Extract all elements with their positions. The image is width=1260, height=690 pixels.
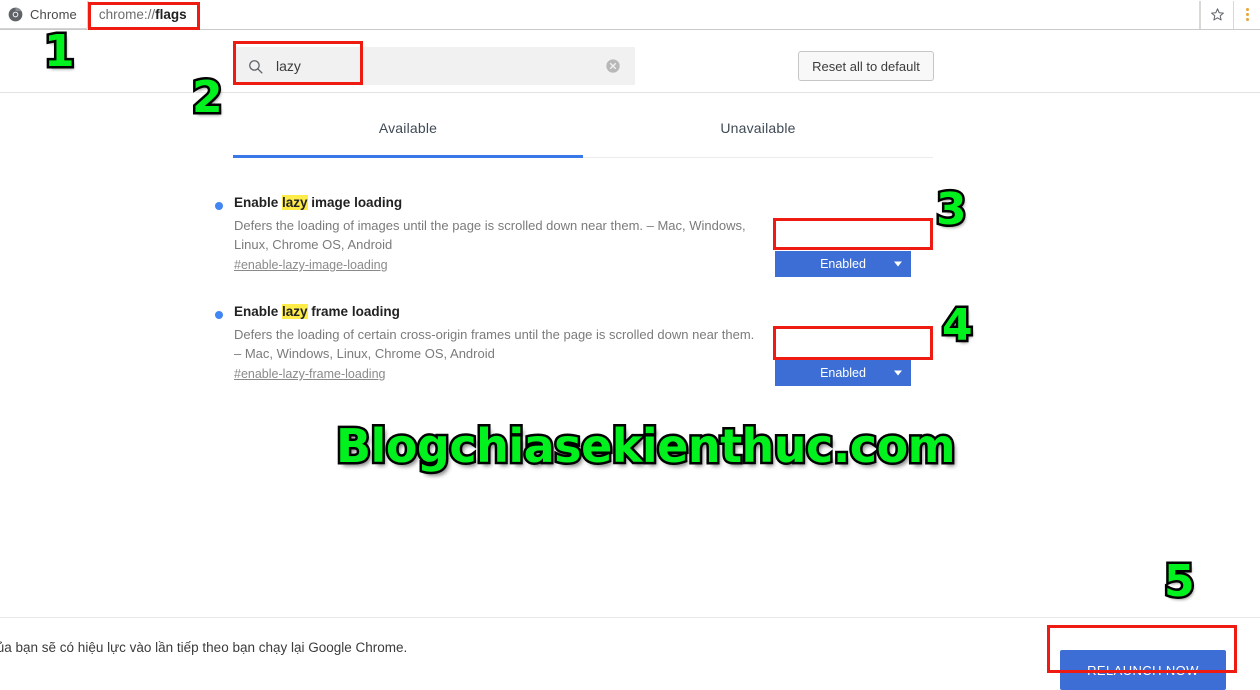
address-bar[interactable]: chrome://flags <box>87 0 1200 29</box>
flag-state-select-frame-loading[interactable]: Enabled <box>775 360 911 386</box>
menu-dot <box>1245 13 1249 16</box>
browser-brand-label: Chrome <box>30 6 77 22</box>
restart-required-text: сủa bạn sẽ có hiệu lực vào lần tiếp theo… <box>0 640 408 655</box>
status-dot-icon <box>215 311 223 319</box>
flag-state-value: Enabled <box>820 366 866 380</box>
search-match-highlight: lazy <box>282 304 308 319</box>
relaunch-bar: сủa bạn sẽ có hiệu lực vào lần tiếp theo… <box>0 618 1260 690</box>
search-input[interactable]: lazy <box>233 47 635 85</box>
flag-state-value: Enabled <box>820 257 866 271</box>
flags-search-row: lazy Reset all to default <box>0 36 1260 98</box>
flags-tabs: Available Unavailable <box>233 105 933 157</box>
browser-toolbar: Chrome chrome://flags <box>0 0 1260 30</box>
toolbar-actions <box>1200 0 1260 29</box>
flag-description: Defers the loading of certain cross-orig… <box>234 327 755 361</box>
flags-page: lazy Reset all to default Available Unav… <box>0 30 1260 690</box>
chevron-down-icon <box>894 261 902 267</box>
address-bar-url: chrome://flags <box>98 7 187 22</box>
search-match-highlight: lazy <box>282 195 308 210</box>
menu-dot <box>1245 8 1249 11</box>
flag-anchor-link[interactable]: #enable-lazy-image-loading <box>234 258 388 272</box>
chrome-logo-icon <box>8 7 23 21</box>
flag-title: Enable lazy image loading <box>234 195 403 210</box>
three-dot-menu-icon[interactable] <box>1234 1 1260 29</box>
tab-available[interactable]: Available <box>233 105 583 157</box>
search-row-divider <box>0 92 1260 93</box>
chevron-down-icon <box>894 370 902 376</box>
star-icon <box>1210 8 1224 21</box>
search-input-value: lazy <box>276 58 301 74</box>
browser-brand-chip: Chrome <box>0 0 88 29</box>
reset-all-to-default-button[interactable]: Reset all to default <box>798 51 934 81</box>
flag-anchor-link[interactable]: #enable-lazy-frame-loading <box>234 367 385 381</box>
status-dot-icon <box>215 202 223 210</box>
flag-title: Enable lazy frame loading <box>234 304 400 319</box>
flag-description: Defers the loading of images until the p… <box>234 218 746 252</box>
flag-state-select-image-loading[interactable]: Enabled <box>775 251 911 277</box>
bookmark-star-icon[interactable] <box>1200 0 1234 29</box>
relaunch-now-button[interactable]: RELAUNCH NOW <box>1060 650 1226 690</box>
menu-dot <box>1245 18 1249 21</box>
search-icon <box>249 59 263 74</box>
clear-circle-icon[interactable] <box>605 58 621 74</box>
tab-unavailable[interactable]: Unavailable <box>583 105 933 157</box>
tab-active-indicator <box>233 155 583 158</box>
